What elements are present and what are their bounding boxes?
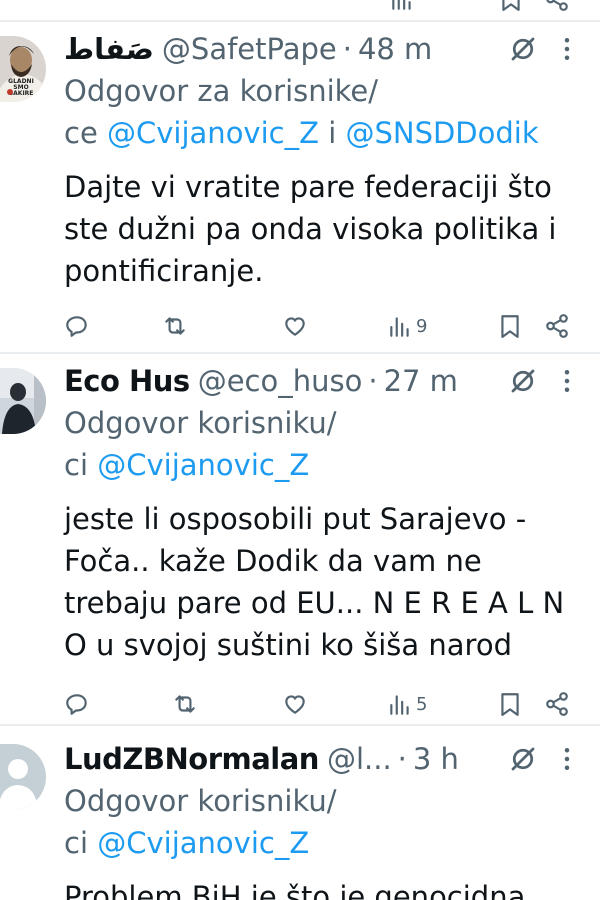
tweet[interactable]: LudZBNormalan @l... · 3 h Odgovor korisniku… xyxy=(0,726,600,900)
text-line: jeste li osposobili put Sarajevo - xyxy=(64,502,527,536)
mention-link[interactable]: @Cvijanovic_Z xyxy=(97,826,309,860)
tweet-text: jeste li osposobili put Sarajevo - Foča.… xyxy=(64,498,584,666)
bookmark-icon xyxy=(501,315,519,338)
reply-prefix: ce xyxy=(64,116,98,150)
tweet[interactable]: Eco Hus @eco_huso · 27 m Odgovor korisniku/… xyxy=(0,354,600,724)
share-button[interactable] xyxy=(544,686,570,722)
retweet-icon xyxy=(165,317,185,335)
grok-icon[interactable] xyxy=(508,34,538,64)
timestamp[interactable]: 48 m xyxy=(358,32,432,66)
user-handle[interactable]: @l... xyxy=(327,742,392,776)
display-name[interactable]: Eco Hus xyxy=(64,364,190,398)
views-icon xyxy=(390,317,409,337)
tweet-header: صَفاط @SafetPape · 48 m xyxy=(64,24,510,74)
reply-label: Odgovor korisniku/ xyxy=(64,784,337,818)
tweet[interactable]: GLADNI SMO BAKIRE صَفاط @SafetPape · 48 m O… xyxy=(0,22,600,352)
reply-button[interactable] xyxy=(64,308,90,344)
reply-icon xyxy=(66,316,87,337)
share-icon[interactable] xyxy=(544,0,570,12)
tweet-text: Problem BiH je što je genocidna xyxy=(64,876,584,900)
bookmark-icon xyxy=(501,693,519,716)
mention-link[interactable]: @Cvijanovic_Z xyxy=(107,116,319,150)
grok-icon[interactable] xyxy=(508,744,538,774)
like-button[interactable] xyxy=(282,686,308,722)
mention-link[interactable]: @SNSDDodik xyxy=(345,116,538,150)
text-line: Problem BiH je što je genocidna xyxy=(64,880,526,900)
text-line: O u svojoj suštini ko šiša narod xyxy=(64,628,512,662)
retweet-icon xyxy=(175,695,195,713)
bookmark-button[interactable] xyxy=(497,308,523,344)
share-button[interactable] xyxy=(544,308,570,344)
user-handle[interactable]: @eco_huso xyxy=(198,364,363,398)
avatar[interactable] xyxy=(0,368,46,434)
views-icon[interactable] xyxy=(389,0,415,12)
like-icon xyxy=(285,695,305,714)
bookmark-button[interactable] xyxy=(497,686,523,722)
share-icon xyxy=(546,692,568,716)
like-button[interactable] xyxy=(282,308,308,344)
reply-button[interactable] xyxy=(64,686,90,722)
tweet-header: LudZBNormalan @l... · 3 h xyxy=(64,734,502,784)
timestamp[interactable]: 27 m xyxy=(384,364,458,398)
separator-dot: · xyxy=(397,742,407,776)
separator-dot: · xyxy=(368,364,378,398)
tweet-header: Eco Hus @eco_huso · 27 m xyxy=(64,356,510,406)
reply-join: i xyxy=(328,116,337,150)
previous-tweet-actions xyxy=(0,0,600,20)
display-name[interactable]: LudZBNormalan xyxy=(64,742,319,776)
share-icon xyxy=(546,314,568,338)
action-bar: 9 xyxy=(64,308,584,344)
views-icon xyxy=(390,695,409,715)
reply-context: Odgovor za korisnike/ ce @Cvijanovic_Z i… xyxy=(64,70,580,154)
text-line: Foča.. kaže Dodik da vam ne xyxy=(64,544,482,578)
timeline-feed: GLADNI SMO BAKIRE صَفاط @SafetPape · 48 m O… xyxy=(0,0,600,900)
reply-prefix: ci xyxy=(64,448,89,482)
text-line: pontificiranje. xyxy=(64,254,264,288)
mention-link[interactable]: @Cvijanovic_Z xyxy=(97,448,309,482)
action-bar: 5 xyxy=(64,686,584,722)
views-count: 5 xyxy=(416,693,428,715)
more-icon[interactable] xyxy=(552,744,582,774)
views-button[interactable]: 9 xyxy=(387,308,427,344)
grok-icon[interactable] xyxy=(508,366,538,396)
text-line: Dajte vi vratite pare federaciji što xyxy=(64,170,552,204)
user-handle[interactable]: @SafetPape xyxy=(162,32,337,66)
views-button[interactable]: 5 xyxy=(387,686,427,722)
reply-label: Odgovor korisniku/ xyxy=(64,406,337,440)
reply-prefix: ci xyxy=(64,826,89,860)
text-line: ste dužni pa onda visoka politika i xyxy=(64,212,557,246)
more-icon[interactable] xyxy=(552,34,582,64)
retweet-button[interactable] xyxy=(172,686,198,722)
bookmark-icon[interactable] xyxy=(498,0,524,12)
avatar[interactable] xyxy=(0,744,46,810)
reply-icon xyxy=(66,694,87,715)
text-line: trebaju pare od EU... N E R E A L N xyxy=(64,586,565,620)
separator-dot: · xyxy=(342,32,352,66)
more-icon[interactable] xyxy=(552,366,582,396)
avatar[interactable]: GLADNI SMO BAKIRE xyxy=(0,36,46,102)
reply-label: Odgovor za korisnike/ xyxy=(64,74,379,108)
reply-context: Odgovor korisniku/ ci @Cvijanovic_Z xyxy=(64,402,580,486)
tweet-text: Dajte vi vratite pare federaciji što ste… xyxy=(64,166,584,292)
retweet-button[interactable] xyxy=(162,308,188,344)
display-name[interactable]: صَفاط xyxy=(64,32,154,66)
views-count: 9 xyxy=(416,315,428,337)
reply-context: Odgovor korisniku/ ci @Cvijanovic_Z xyxy=(64,780,580,864)
timestamp[interactable]: 3 h xyxy=(413,742,459,776)
like-icon xyxy=(285,317,305,336)
